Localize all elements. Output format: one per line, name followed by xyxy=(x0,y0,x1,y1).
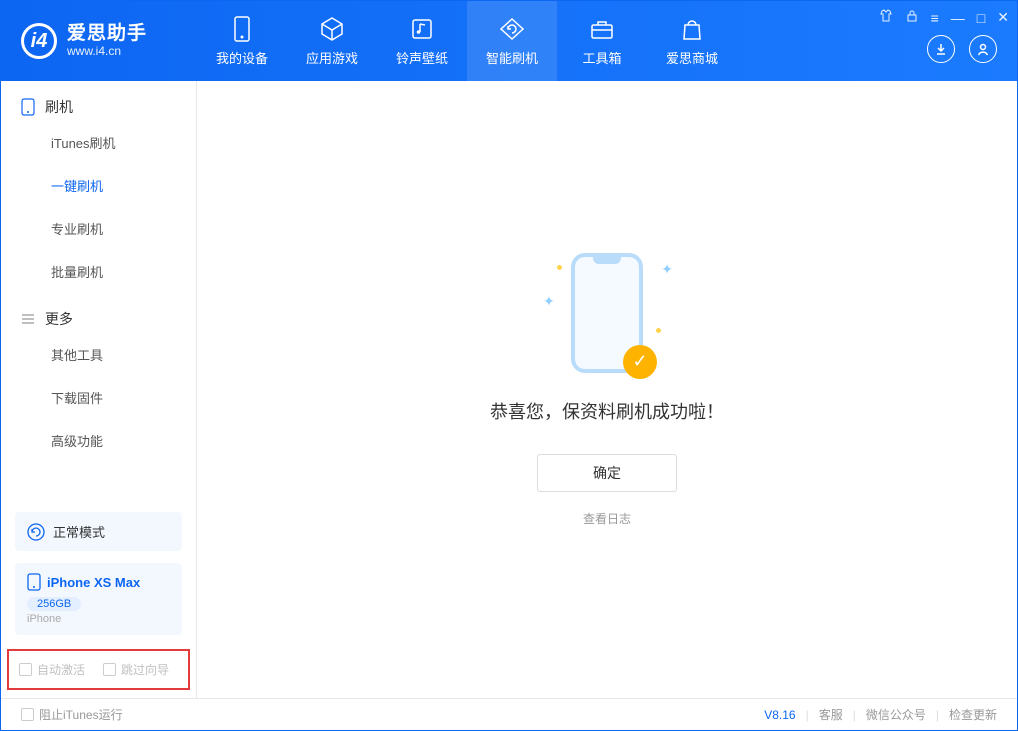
body: 刷机 iTunes刷机 一键刷机 专业刷机 批量刷机 更多 其他工具 下载固件 … xyxy=(1,81,1017,698)
nav-tab-device[interactable]: 我的设备 xyxy=(197,1,287,81)
toolbox-icon xyxy=(589,16,615,42)
device-type: iPhone xyxy=(27,613,170,625)
nav-label: 我的设备 xyxy=(216,48,268,67)
block-itunes-label: 阻止iTunes运行 xyxy=(39,706,123,723)
sidebar-item-pro-flash[interactable]: 专业刷机 xyxy=(1,207,196,250)
sidebar-item-batch-flash[interactable]: 批量刷机 xyxy=(1,250,196,293)
success-message: 恭喜您，保资料刷机成功啦！ xyxy=(490,398,724,424)
close-button[interactable]: ✕ xyxy=(997,9,1009,26)
dot-icon xyxy=(656,328,661,333)
nav-tab-apps[interactable]: 应用游戏 xyxy=(287,1,377,81)
sidebar-item-other-tools[interactable]: 其他工具 xyxy=(1,333,196,376)
refresh-circle-icon xyxy=(27,523,45,541)
nav-label: 智能刷机 xyxy=(486,48,538,67)
check-circle-icon: ✓ xyxy=(623,345,657,379)
nav-tabs: 我的设备 应用游戏 铃声壁纸 智能刷机 工具箱 爱思商城 xyxy=(197,1,737,81)
sidebar-group-flash-head: 刷机 xyxy=(1,81,196,121)
dot-icon xyxy=(557,265,562,270)
app-logo: i4 爱思助手 www.i4.cn xyxy=(1,23,197,59)
statusbar: 阻止iTunes运行 V8.16 | 客服 | 微信公众号 | 检查更新 xyxy=(1,698,1017,730)
checkbox-icon xyxy=(21,708,34,721)
titlebar: i4 爱思助手 www.i4.cn 我的设备 应用游戏 铃声壁纸 智能刷机 xyxy=(1,1,1017,81)
block-itunes-option[interactable]: 阻止iTunes运行 xyxy=(21,706,123,723)
main-content: ✦ ✦ ✓ 恭喜您，保资料刷机成功啦！ 确定 查看日志 xyxy=(197,81,1017,698)
menu-list-icon xyxy=(21,312,35,326)
nav-tab-store[interactable]: 爱思商城 xyxy=(647,1,737,81)
sidebar-item-one-click-flash[interactable]: 一键刷机 xyxy=(1,164,196,207)
options-highlight-box: 自动激活 跳过向导 xyxy=(7,649,190,690)
bag-icon xyxy=(679,16,705,42)
ok-button[interactable]: 确定 xyxy=(537,454,677,492)
checkbox-icon xyxy=(19,663,32,676)
sparkle-icon: ✦ xyxy=(543,293,555,310)
cube-icon xyxy=(319,16,345,42)
header-right-icons xyxy=(927,35,997,63)
app-title: 爱思助手 xyxy=(67,24,147,45)
menu-icon[interactable]: ≡ xyxy=(931,10,939,26)
nav-label: 铃声壁纸 xyxy=(396,48,448,67)
checkbox-icon xyxy=(103,663,116,676)
option-label: 自动激活 xyxy=(37,661,85,678)
logo-icon: i4 xyxy=(21,23,57,59)
sidebar: 刷机 iTunes刷机 一键刷机 专业刷机 批量刷机 更多 其他工具 下载固件 … xyxy=(1,81,197,698)
wechat-link[interactable]: 微信公众号 xyxy=(866,706,926,723)
nav-label: 应用游戏 xyxy=(306,48,358,67)
sidebar-item-download-firmware[interactable]: 下载固件 xyxy=(1,376,196,419)
music-icon xyxy=(409,16,435,42)
phone-icon xyxy=(21,98,35,116)
device-capacity: 256GB xyxy=(27,597,81,611)
user-icon[interactable] xyxy=(969,35,997,63)
refresh-icon xyxy=(499,16,525,42)
nav-label: 爱思商城 xyxy=(666,48,718,67)
device-card[interactable]: iPhone XS Max 256GB iPhone xyxy=(15,563,182,635)
shirt-icon[interactable] xyxy=(879,9,893,26)
sidebar-group-title: 刷机 xyxy=(45,97,73,117)
app-url: www.i4.cn xyxy=(67,45,147,58)
device-name: iPhone XS Max xyxy=(47,575,140,590)
sparkle-icon: ✦ xyxy=(661,261,673,278)
sidebar-group-title: 更多 xyxy=(45,309,73,329)
window-controls: ≡ — □ ✕ xyxy=(879,9,1009,26)
download-icon[interactable] xyxy=(927,35,955,63)
option-skip-wizard[interactable]: 跳过向导 xyxy=(103,661,169,678)
sidebar-item-itunes-flash[interactable]: iTunes刷机 xyxy=(1,121,196,164)
mode-card[interactable]: 正常模式 xyxy=(15,512,182,551)
nav-tab-flash[interactable]: 智能刷机 xyxy=(467,1,557,81)
device-icon xyxy=(229,16,255,42)
support-link[interactable]: 客服 xyxy=(819,706,843,723)
version-label: V8.16 xyxy=(764,708,795,722)
phone-success-illustration: ✦ ✦ ✓ xyxy=(571,253,643,373)
lock-icon[interactable] xyxy=(905,9,919,26)
nav-label: 工具箱 xyxy=(582,48,621,67)
maximize-button[interactable]: □ xyxy=(977,10,985,26)
option-auto-activate[interactable]: 自动激活 xyxy=(19,661,85,678)
nav-tab-toolbox[interactable]: 工具箱 xyxy=(557,1,647,81)
app-window: i4 爱思助手 www.i4.cn 我的设备 应用游戏 铃声壁纸 智能刷机 xyxy=(0,0,1018,731)
update-link[interactable]: 检查更新 xyxy=(949,706,997,723)
option-label: 跳过向导 xyxy=(121,661,169,678)
minimize-button[interactable]: — xyxy=(951,10,965,26)
device-phone-icon xyxy=(27,573,41,591)
nav-tab-ringtones[interactable]: 铃声壁纸 xyxy=(377,1,467,81)
sidebar-item-advanced[interactable]: 高级功能 xyxy=(1,419,196,462)
view-log-link[interactable]: 查看日志 xyxy=(583,510,631,527)
mode-label: 正常模式 xyxy=(53,522,105,541)
sidebar-group-more-head: 更多 xyxy=(1,293,196,333)
